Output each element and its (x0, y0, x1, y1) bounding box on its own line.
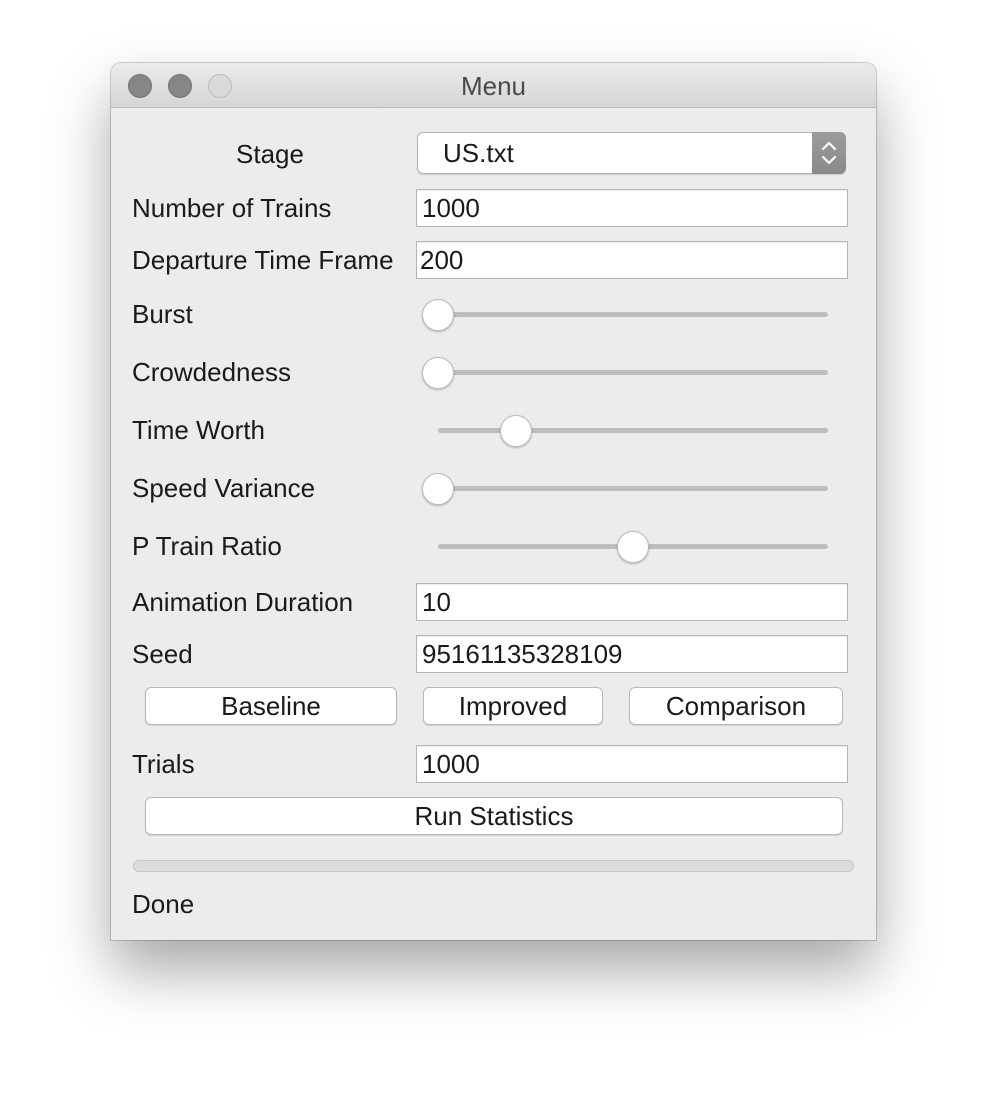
num-trains-label: Number of Trains (132, 193, 332, 223)
p-train-ratio-slider[interactable] (111, 530, 876, 563)
trials-label: Trials (132, 749, 195, 779)
stage-label: Stage (236, 139, 304, 169)
stage-select-value: US.txt (443, 138, 514, 168)
animation-duration-input[interactable]: 10 (416, 583, 848, 621)
seed-input[interactable]: 95161135328109 (416, 635, 848, 673)
slider-knob[interactable] (617, 530, 649, 563)
slider-track (422, 486, 828, 491)
slider-track (422, 312, 828, 317)
title-bar: Menu (111, 63, 876, 108)
slider-track (422, 370, 828, 375)
status-text: Done (132, 889, 195, 919)
burst-slider[interactable] (111, 298, 876, 331)
departure-time-frame-label: Departure Time Frame (132, 245, 394, 275)
num-trains-input[interactable]: 1000 (416, 189, 848, 227)
slider-knob[interactable] (422, 472, 454, 505)
seed-label: Seed (132, 639, 193, 669)
baseline-button[interactable]: Baseline (145, 687, 397, 725)
improved-button[interactable]: Improved (423, 687, 603, 725)
speed-variance-slider[interactable] (111, 472, 876, 505)
slider-knob[interactable] (422, 298, 454, 331)
trials-input[interactable]: 1000 (416, 745, 848, 783)
slider-knob[interactable] (422, 356, 454, 389)
menu-window: Menu Stage US.txt Number of Trains 1000 … (111, 63, 876, 940)
window-title: Menu (460, 71, 527, 101)
stage-select[interactable]: US.txt (417, 132, 846, 174)
slider-knob[interactable] (500, 414, 532, 447)
departure-time-frame-input[interactable]: 200 (416, 241, 848, 279)
progress-bar (133, 860, 854, 872)
time-worth-slider[interactable] (111, 414, 876, 447)
comparison-button[interactable]: Comparison (629, 687, 843, 725)
chevron-updown-icon[interactable] (812, 132, 846, 174)
animation-duration-label: Animation Duration (132, 587, 354, 617)
crowdedness-slider[interactable] (111, 356, 876, 389)
slider-track (438, 428, 828, 433)
run-statistics-button[interactable]: Run Statistics (145, 797, 843, 835)
